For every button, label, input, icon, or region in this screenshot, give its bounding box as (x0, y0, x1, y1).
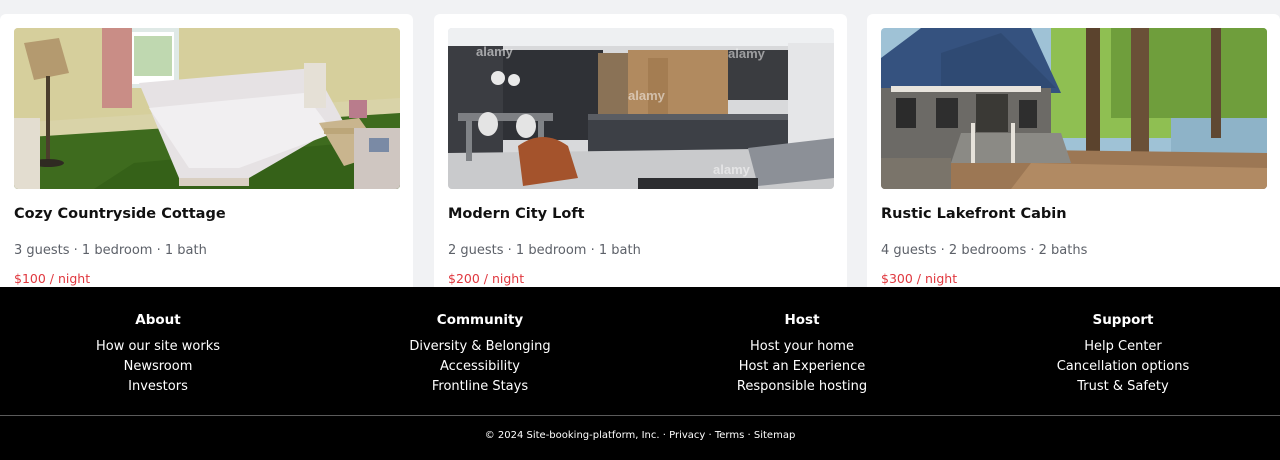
footer-link-accessibility[interactable]: Accessibility (440, 359, 520, 374)
listing-photo-bedroom[interactable] (14, 28, 400, 189)
listings-grid: Cozy Countryside Cottage 3 guests · 1 be… (0, 0, 1280, 287)
cabin-photo-illustration (881, 28, 1267, 189)
footer-heading: Support (1092, 312, 1154, 328)
privacy-link[interactable]: Privacy (669, 430, 705, 441)
footer-link-help-center[interactable]: Help Center (1084, 339, 1162, 354)
listing-details: 2 guests · 1 bedroom · 1 bath (448, 243, 641, 258)
photo-watermark: alamy (713, 162, 751, 177)
footer-bottom-bar: © 2024 Site-booking-platform, Inc. · Pri… (0, 429, 1280, 443)
copyright-text: © 2024 Site-booking-platform, Inc. (484, 430, 660, 441)
footer-divider (0, 415, 1280, 416)
footer-link-investors[interactable]: Investors (128, 379, 188, 394)
sitemap-link[interactable]: Sitemap (754, 430, 795, 441)
listing-photo-loft[interactable]: alamy alamy alamy alamy (448, 28, 834, 189)
listing-price: $100 / night (14, 271, 91, 286)
listing-title[interactable]: Rustic Lakefront Cabin (881, 206, 1067, 222)
listing-card-lakefront-cabin[interactable]: Rustic Lakefront Cabin 4 guests · 2 bedr… (867, 14, 1280, 287)
footer-link-frontline-stays[interactable]: Frontline Stays (432, 379, 528, 394)
listing-price: $300 / night (881, 271, 958, 286)
photo-watermark: alamy (628, 88, 666, 103)
listing-price: $200 / night (448, 271, 525, 286)
listing-photo-cabin[interactable] (881, 28, 1267, 189)
loft-photo-illustration: alamy alamy alamy alamy (448, 28, 834, 189)
footer-link-responsible-hosting[interactable]: Responsible hosting (737, 379, 867, 394)
separator: · (659, 430, 670, 441)
bedroom-photo-illustration (14, 28, 400, 189)
footer-column-host: Host Host your home Host an Experience R… (672, 310, 932, 397)
listing-card-city-loft[interactable]: alamy alamy alamy alamy Modern City Loft… (434, 14, 847, 287)
footer-column-about: About How our site works Newsroom Invest… (28, 310, 288, 397)
footer-link-cancellation[interactable]: Cancellation options (1057, 359, 1190, 374)
footer-link-host-home[interactable]: Host your home (750, 339, 854, 354)
footer-heading: Host (784, 312, 820, 328)
separator: · (705, 430, 715, 441)
footer-heading: About (135, 312, 181, 328)
footer-link-diversity[interactable]: Diversity & Belonging (409, 339, 550, 354)
separator: · (744, 430, 754, 441)
listing-title[interactable]: Cozy Countryside Cottage (14, 206, 226, 222)
photo-watermark: alamy (728, 46, 766, 61)
listing-title[interactable]: Modern City Loft (448, 206, 585, 222)
footer-link-trust-safety[interactable]: Trust & Safety (1077, 379, 1168, 394)
footer-heading: Community (436, 312, 524, 328)
photo-watermark: alamy (476, 44, 514, 59)
footer-link-newsroom[interactable]: Newsroom (124, 359, 193, 374)
listing-details: 3 guests · 1 bedroom · 1 bath (14, 243, 207, 258)
footer-column-support: Support Help Center Cancellation options… (993, 310, 1253, 397)
listing-details: 4 guests · 2 bedrooms · 2 baths (881, 243, 1088, 258)
footer-link-host-experience[interactable]: Host an Experience (739, 359, 866, 374)
terms-link[interactable]: Terms (715, 430, 744, 441)
listing-card-countryside-cottage[interactable]: Cozy Countryside Cottage 3 guests · 1 be… (0, 14, 413, 287)
footer-column-community: Community Diversity & Belonging Accessib… (350, 310, 610, 397)
site-footer: About How our site works Newsroom Invest… (0, 287, 1280, 460)
footer-link-how-it-works[interactable]: How our site works (96, 339, 220, 354)
